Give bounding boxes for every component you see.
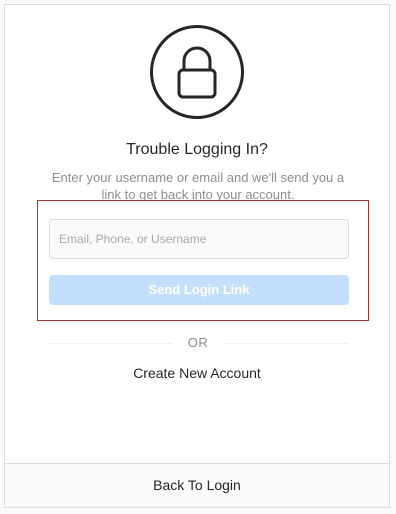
username-input[interactable] (49, 219, 349, 259)
login-link-form: Send Login Link (37, 200, 369, 321)
trouble-login-card: Trouble Logging In? Enter your username … (4, 4, 390, 508)
send-login-link-button[interactable]: Send Login Link (49, 275, 349, 305)
page-title: Trouble Logging In? (126, 141, 268, 158)
divider-line-right (223, 343, 348, 344)
or-label: OR (187, 335, 209, 350)
divider-line-left (48, 343, 173, 344)
lock-icon (150, 25, 244, 119)
instructions-text: Enter your username or email and we'll s… (51, 170, 345, 201)
back-to-login-link[interactable]: Back To Login (5, 463, 389, 507)
create-account-link[interactable]: Create New Account (5, 365, 389, 381)
or-divider: OR (48, 335, 348, 351)
